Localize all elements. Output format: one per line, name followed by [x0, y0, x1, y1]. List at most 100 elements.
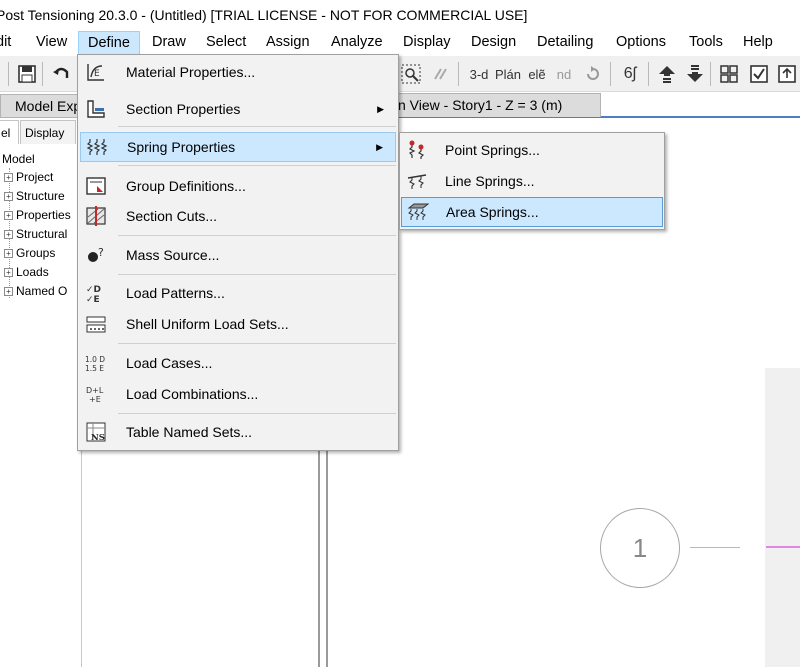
menu-separator	[118, 274, 396, 275]
toolbar-separator	[710, 62, 711, 86]
menu-separator	[118, 343, 396, 344]
model-explorer-panel: Model Exp el Display Model + Project + Str…	[0, 92, 82, 667]
menu-help[interactable]: Help	[743, 30, 773, 55]
section-cuts-icon	[84, 204, 108, 228]
pan-icon[interactable]	[428, 61, 454, 87]
menu-display[interactable]: Display	[403, 30, 451, 55]
tab-display[interactable]: Display	[20, 120, 76, 144]
tree-node-structural[interactable]: + Structural	[4, 225, 67, 243]
menu-analyze[interactable]: Analyze	[331, 30, 383, 55]
svg-text:?: ?	[98, 246, 104, 259]
rubber-band-zoom-icon[interactable]	[398, 61, 424, 87]
menu-options[interactable]: Options	[616, 30, 666, 55]
spring-properties-submenu: Point Springs... Line Springs... Area Sp…	[399, 132, 665, 230]
checkbox-icon[interactable]	[746, 61, 772, 87]
point-springs-icon	[405, 138, 429, 162]
undo-icon[interactable]	[48, 61, 74, 87]
plan-view-button[interactable]: Plán	[494, 61, 522, 87]
menu-item-section-cuts[interactable]: Section Cuts...	[80, 201, 396, 231]
toolbar-separator	[8, 62, 9, 86]
tree-node-loads[interactable]: + Loads	[4, 263, 49, 281]
expand-icon[interactable]: +	[4, 230, 13, 239]
model-explorer-header[interactable]: Model Exp	[0, 94, 82, 118]
expand-icon[interactable]: +	[4, 192, 13, 201]
load-cases-icon: 1.0 D 1.5 E	[84, 351, 108, 375]
menu-draw[interactable]: Draw	[152, 30, 186, 55]
menu-separator	[118, 126, 396, 127]
menu-item-load-patterns[interactable]: ✓D ✓E Load Patterns...	[80, 278, 396, 308]
menu-separator	[118, 413, 396, 414]
save-icon[interactable]	[14, 61, 40, 87]
expand-icon[interactable]: +	[4, 173, 13, 182]
menu-item-load-cases[interactable]: 1.0 D 1.5 E Load Cases...	[80, 348, 396, 378]
menu-tools[interactable]: Tools	[689, 30, 723, 55]
mass-source-icon: ?	[84, 243, 108, 267]
tree-root-model[interactable]: Model	[2, 150, 35, 168]
define-menu: E Material Properties... Section Propert…	[77, 54, 399, 451]
svg-text:1.5 E: 1.5 E	[85, 364, 104, 373]
menu-item-mass-source[interactable]: ? Mass Source...	[80, 240, 396, 270]
tab-model[interactable]: el	[0, 120, 19, 144]
menu-item-shell-uniform-load-sets[interactable]: Shell Uniform Load Sets...	[80, 309, 396, 339]
menu-view[interactable]: View	[36, 30, 67, 55]
tree-node-groups[interactable]: + Groups	[4, 244, 55, 262]
spring-properties-icon	[85, 135, 109, 159]
menu-edit[interactable]: dit	[0, 30, 11, 55]
area-springs-icon	[406, 200, 430, 224]
submenu-arrow-icon: ▶	[376, 141, 383, 152]
menu-bar: dit View Define Draw Select Assign Analy…	[0, 30, 800, 55]
toolbar-separator	[42, 62, 43, 86]
submenu-item-point-springs[interactable]: Point Springs...	[401, 135, 663, 165]
grid-snap-icon[interactable]	[716, 61, 742, 87]
svg-text:✓D: ✓D	[86, 285, 101, 295]
grid-line	[690, 547, 740, 548]
section-properties-icon	[84, 97, 108, 121]
menu-item-material-properties[interactable]: E Material Properties...	[80, 57, 396, 87]
menu-assign[interactable]: Assign	[266, 30, 310, 55]
grid-bubble: 1	[600, 508, 680, 588]
expand-icon[interactable]: +	[4, 249, 13, 258]
menu-select[interactable]: Select	[206, 30, 246, 55]
menu-design[interactable]: Design	[471, 30, 516, 55]
svg-text:E: E	[94, 69, 100, 79]
selected-grid-line	[766, 546, 800, 548]
menu-item-spring-properties[interactable]: Spring Properties ▶	[80, 132, 396, 162]
move-up-icon[interactable]	[654, 61, 680, 87]
elevation-view-button[interactable]: elẽ	[524, 61, 550, 87]
perspective-toggle-icon[interactable]: 6ʃ	[616, 61, 644, 87]
material-properties-icon: E	[84, 60, 108, 84]
node-view-button[interactable]: nd	[552, 61, 576, 87]
load-combinations-icon: D+L +E	[84, 382, 108, 406]
tree-node-project[interactable]: + Project	[4, 168, 53, 186]
submenu-arrow-icon: ▶	[377, 103, 384, 114]
toolbar-separator	[610, 62, 611, 86]
rotate-icon[interactable]	[580, 61, 606, 87]
tree-node-properties[interactable]: + Properties	[4, 206, 71, 224]
menu-define[interactable]: Define	[78, 31, 140, 55]
expand-icon[interactable]: +	[4, 211, 13, 220]
menu-item-group-definitions[interactable]: Group Definitions...	[80, 171, 396, 201]
expand-icon[interactable]: +	[4, 287, 13, 296]
tree-node-named[interactable]: + Named O	[4, 282, 67, 300]
table-named-sets-icon: NS	[84, 420, 108, 444]
menu-item-section-properties[interactable]: Section Properties ▶	[80, 94, 396, 124]
submenu-item-area-springs[interactable]: Area Springs...	[401, 197, 663, 227]
menu-item-load-combinations[interactable]: D+L +E Load Combinations...	[80, 379, 396, 409]
expand-icon[interactable]: +	[4, 268, 13, 277]
column-line	[326, 445, 328, 667]
svg-text:NS: NS	[91, 433, 105, 443]
menu-detailing[interactable]: Detailing	[537, 30, 593, 55]
menu-separator	[118, 235, 396, 236]
plan-view-tab[interactable]: n View - Story1 - Z = 3 (m)	[395, 93, 601, 117]
move-down-icon[interactable]	[682, 61, 708, 87]
upload-icon[interactable]	[774, 61, 800, 87]
column-line	[318, 445, 320, 667]
tree-node-structure[interactable]: + Structure	[4, 187, 65, 205]
menu-item-table-named-sets[interactable]: NS Table Named Sets...	[80, 417, 396, 447]
window-title: Post Tensioning 20.3.0 - (Untitled) [TRI…	[0, 7, 528, 23]
model-explorer-tabs: el Display	[0, 120, 82, 144]
slab-region	[765, 368, 800, 667]
view-3d-button[interactable]: 3-d	[464, 61, 494, 87]
submenu-item-line-springs[interactable]: Line Springs...	[401, 166, 663, 196]
shell-uniform-load-sets-icon	[84, 312, 108, 336]
